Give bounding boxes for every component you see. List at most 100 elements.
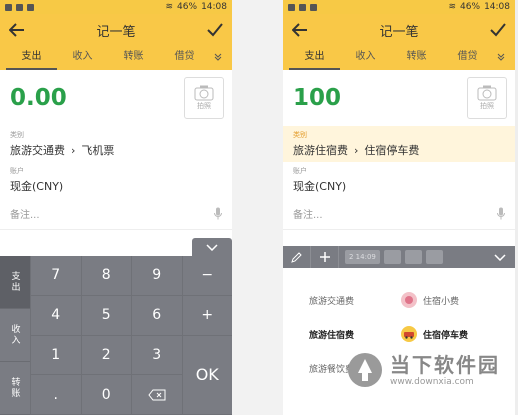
tab-expense[interactable]: 支出 bbox=[289, 46, 340, 70]
battery-percent: 46% bbox=[460, 2, 481, 12]
tab-loan[interactable]: 借贷 bbox=[159, 46, 210, 70]
key-7[interactable]: 7 bbox=[30, 256, 81, 296]
key-9[interactable]: 9 bbox=[131, 256, 182, 296]
back-arrow-icon[interactable] bbox=[8, 21, 26, 39]
type-tabs: 支出 收入 转账 借贷 bbox=[283, 46, 515, 70]
battery-percent: 46% bbox=[177, 2, 198, 12]
note-placeholder: 备注... bbox=[10, 210, 40, 221]
photo-button[interactable]: 拍照 bbox=[184, 77, 224, 119]
clock: 14:08 bbox=[484, 2, 510, 12]
account-field[interactable]: 账户 现金(CNY) bbox=[0, 162, 232, 198]
camera-icon bbox=[477, 85, 497, 101]
category-parent: 旅游住宿费 bbox=[293, 144, 348, 157]
toolbar-chip bbox=[383, 250, 401, 264]
tab-transfer[interactable]: 转账 bbox=[108, 46, 159, 70]
tab-income[interactable]: 收入 bbox=[340, 46, 391, 70]
edit-category-button[interactable] bbox=[283, 246, 311, 268]
category-label: 类别 bbox=[10, 131, 24, 139]
photo-label: 拍照 bbox=[480, 102, 494, 110]
collapse-keypad-button[interactable] bbox=[192, 238, 232, 256]
notification-icon bbox=[310, 3, 317, 11]
add-category-button[interactable] bbox=[311, 246, 339, 268]
status-bar: ≋ 46% 14:08 bbox=[0, 0, 232, 14]
subcategory-label: 住宿停车费 bbox=[423, 330, 469, 341]
key-backspace[interactable] bbox=[131, 375, 182, 415]
subcategory-option[interactable]: 住宿小费 bbox=[401, 292, 515, 308]
note-input[interactable]: 备注... bbox=[0, 198, 232, 230]
amount-row: 0.00 拍照 bbox=[0, 70, 232, 126]
keypad-side-transfer[interactable]: 转账 bbox=[0, 362, 30, 415]
tab-loan[interactable]: 借贷 bbox=[442, 46, 493, 70]
plus-icon bbox=[319, 252, 330, 262]
amount-display[interactable]: 0.00 bbox=[10, 85, 67, 111]
photo-button[interactable]: 拍照 bbox=[467, 77, 507, 119]
tab-transfer[interactable]: 转账 bbox=[391, 46, 442, 70]
amount-display[interactable]: 100 bbox=[293, 85, 341, 111]
parking-car-icon bbox=[401, 326, 417, 342]
key-5[interactable]: 5 bbox=[80, 295, 131, 336]
chevron-down-icon bbox=[494, 253, 506, 261]
key-2[interactable]: 2 bbox=[80, 335, 131, 376]
confirm-check-icon[interactable] bbox=[206, 21, 224, 39]
key-6[interactable]: 6 bbox=[131, 295, 182, 336]
tab-expense[interactable]: 支出 bbox=[6, 46, 57, 70]
category-option[interactable]: 旅游交通费 bbox=[309, 292, 391, 308]
key-dot[interactable]: . bbox=[30, 375, 81, 415]
category-field[interactable]: 类别 旅游住宿费 › 住宿停车费 bbox=[283, 126, 515, 162]
subcategory-label: 住宿小费 bbox=[423, 296, 460, 307]
confirm-check-icon[interactable] bbox=[489, 21, 507, 39]
note-placeholder: 备注... bbox=[293, 210, 323, 221]
type-tabs: 支出 收入 转账 借贷 bbox=[0, 46, 232, 70]
subcategory-option-selected[interactable]: 住宿停车费 bbox=[401, 326, 515, 342]
wifi-icon: ≋ bbox=[448, 2, 457, 12]
back-arrow-icon[interactable] bbox=[291, 21, 309, 39]
watermark-url: www.downxia.com bbox=[390, 377, 474, 387]
photo-label: 拍照 bbox=[197, 102, 211, 110]
pencil-icon bbox=[290, 252, 302, 263]
category-field[interactable]: 类别 旅游交通费 › 飞机票 bbox=[0, 126, 232, 162]
microphone-icon[interactable] bbox=[214, 207, 222, 220]
left-screen: ≋ 46% 14:08 记一笔 支出 收入 转账 借贷 0.00 拍照 类别 旅… bbox=[0, 0, 232, 415]
collapse-picker-button[interactable] bbox=[485, 246, 515, 268]
chevron-down-icon[interactable] bbox=[493, 53, 509, 64]
category-option-selected[interactable]: 旅游住宿费 bbox=[309, 326, 391, 342]
category-label: 类别 bbox=[293, 131, 307, 139]
chevron-right-icon: › bbox=[354, 143, 359, 157]
notification-icon bbox=[5, 3, 12, 11]
account-label: 账户 bbox=[293, 167, 307, 175]
page-title: 记一笔 bbox=[379, 24, 419, 40]
keypad-side-expense[interactable]: 支出 bbox=[0, 256, 30, 309]
note-input[interactable]: 备注... bbox=[283, 198, 515, 230]
category-parent: 旅游交通费 bbox=[10, 144, 65, 157]
key-8[interactable]: 8 bbox=[80, 256, 131, 296]
notification-icon bbox=[288, 3, 295, 11]
account-label: 账户 bbox=[10, 167, 24, 175]
clock: 14:08 bbox=[201, 2, 227, 12]
notification-icon bbox=[27, 3, 34, 11]
key-minus[interactable]: − bbox=[181, 256, 232, 296]
category-child: 住宿停车费 bbox=[364, 144, 420, 157]
watermark: 当下软件园 www.downxia.com bbox=[346, 345, 514, 395]
watermark-logo bbox=[348, 353, 382, 387]
notification-icon bbox=[16, 3, 23, 11]
key-3[interactable]: 3 bbox=[131, 335, 182, 376]
camera-icon bbox=[194, 85, 214, 101]
category-toolbar: 2 14:09 bbox=[283, 246, 515, 268]
key-0[interactable]: 0 bbox=[80, 375, 131, 415]
key-1[interactable]: 1 bbox=[30, 335, 81, 376]
status-bar: ≋ 46% 14:08 bbox=[283, 0, 515, 14]
microphone-icon[interactable] bbox=[497, 207, 505, 220]
keypad-side-income[interactable]: 收入 bbox=[0, 309, 30, 362]
chevron-down-icon[interactable] bbox=[210, 53, 226, 64]
key-ok[interactable]: OK bbox=[181, 335, 232, 415]
account-value: 现金(CNY) bbox=[293, 180, 347, 193]
wifi-icon: ≋ bbox=[165, 2, 174, 12]
key-plus[interactable]: + bbox=[181, 295, 232, 336]
tab-income[interactable]: 收入 bbox=[57, 46, 108, 70]
backspace-icon bbox=[148, 389, 166, 401]
numeric-keypad: 支出 收入 转账 7 8 9 − 4 5 6 + 1 2 3 OK . 0 bbox=[0, 256, 232, 415]
account-field[interactable]: 账户 现金(CNY) bbox=[283, 162, 515, 198]
key-4[interactable]: 4 bbox=[30, 295, 81, 336]
amount-row: 100 拍照 bbox=[283, 70, 515, 126]
title-bar: 记一笔 bbox=[283, 14, 515, 46]
